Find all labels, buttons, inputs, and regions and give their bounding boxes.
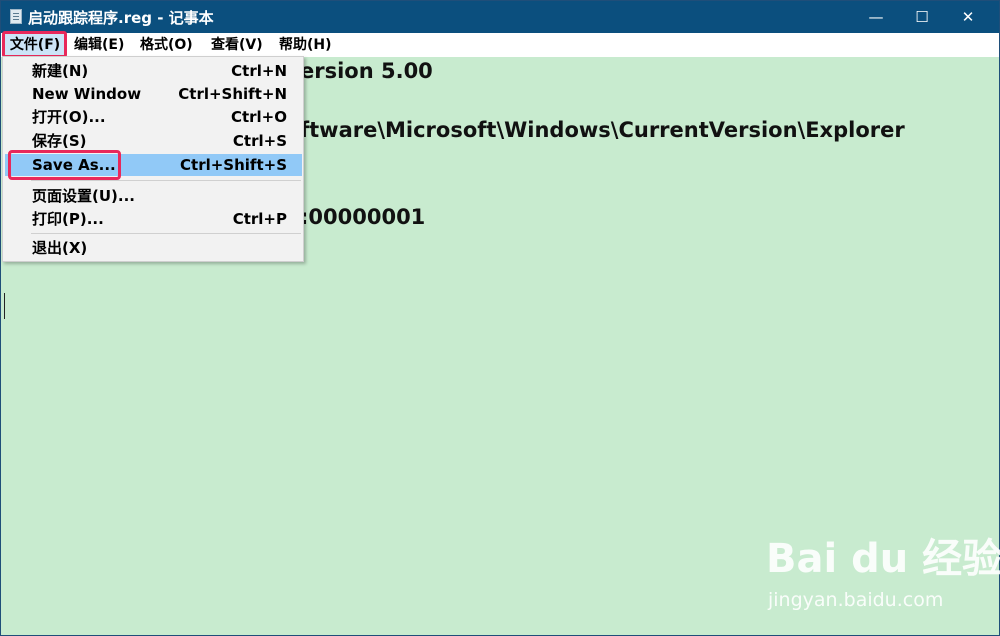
menu-item-shortcut: Ctrl+Shift+S bbox=[180, 156, 287, 174]
close-button[interactable]: ✕ bbox=[945, 1, 991, 33]
menu-edit[interactable]: 编辑(E) bbox=[74, 33, 124, 57]
menu-item-label: 退出(X) bbox=[32, 239, 88, 257]
menu-item-save[interactable]: 保存(S) Ctrl+S bbox=[5, 130, 302, 152]
watermark-logo: Bai du 经验 bbox=[766, 536, 1000, 582]
menu-format[interactable]: 格式(O) bbox=[140, 33, 193, 57]
menu-item-new-window[interactable]: New Window Ctrl+Shift+N bbox=[5, 83, 302, 105]
title-bar[interactable]: 启动跟踪程序.reg - 记事本 — ☐ ✕ bbox=[1, 1, 999, 33]
menu-view[interactable]: 查看(V) bbox=[211, 33, 263, 57]
menu-separator bbox=[31, 233, 301, 234]
editor-line: ersion 5.00 bbox=[300, 59, 433, 83]
menu-item-label: 打印(P)... bbox=[32, 210, 104, 228]
menu-item-new[interactable]: 新建(N) Ctrl+N bbox=[5, 60, 302, 82]
menu-item-shortcut: Ctrl+N bbox=[231, 62, 287, 80]
notepad-icon bbox=[10, 9, 22, 24]
text-caret bbox=[4, 293, 5, 319]
menu-item-print[interactable]: 打印(P)... Ctrl+P bbox=[5, 208, 302, 230]
editor-line: :00000001 bbox=[300, 205, 426, 229]
menu-item-exit[interactable]: 退出(X) bbox=[5, 237, 302, 259]
window-title: 启动跟踪程序.reg - 记事本 bbox=[28, 9, 214, 27]
save-as-annotation bbox=[8, 150, 121, 180]
maximize-button[interactable]: ☐ bbox=[899, 1, 945, 33]
menu-help[interactable]: 帮助(H) bbox=[279, 33, 332, 57]
menu-item-label: 保存(S) bbox=[32, 132, 87, 150]
menu-item-shortcut: Ctrl+O bbox=[230, 108, 287, 126]
menu-item-shortcut: Ctrl+P bbox=[232, 210, 287, 228]
file-menu-annotation bbox=[2, 31, 67, 58]
watermark-url: jingyan.baidu.com bbox=[768, 589, 944, 611]
menu-item-shortcut: Ctrl+S bbox=[232, 132, 287, 150]
menu-item-page-setup[interactable]: 页面设置(U)... bbox=[5, 185, 302, 207]
menu-separator bbox=[31, 180, 301, 181]
baidu-watermark: Bai du 经验 jingyan.baidu.com bbox=[766, 526, 1000, 616]
menu-item-label: New Window bbox=[32, 85, 142, 103]
menu-item-label: 新建(N) bbox=[32, 62, 89, 80]
editor-line: ftware\Microsoft\Windows\CurrentVersion\… bbox=[300, 118, 905, 142]
menu-item-open[interactable]: 打开(O)... Ctrl+O bbox=[5, 106, 302, 128]
menu-item-shortcut: Ctrl+Shift+N bbox=[178, 85, 287, 103]
minimize-button[interactable]: — bbox=[853, 1, 899, 33]
menu-item-label: 页面设置(U)... bbox=[32, 187, 135, 205]
menu-bar: 文件(F) 编辑(E) 格式(O) 查看(V) 帮助(H) bbox=[1, 33, 999, 57]
menu-item-label: 打开(O)... bbox=[32, 108, 106, 126]
